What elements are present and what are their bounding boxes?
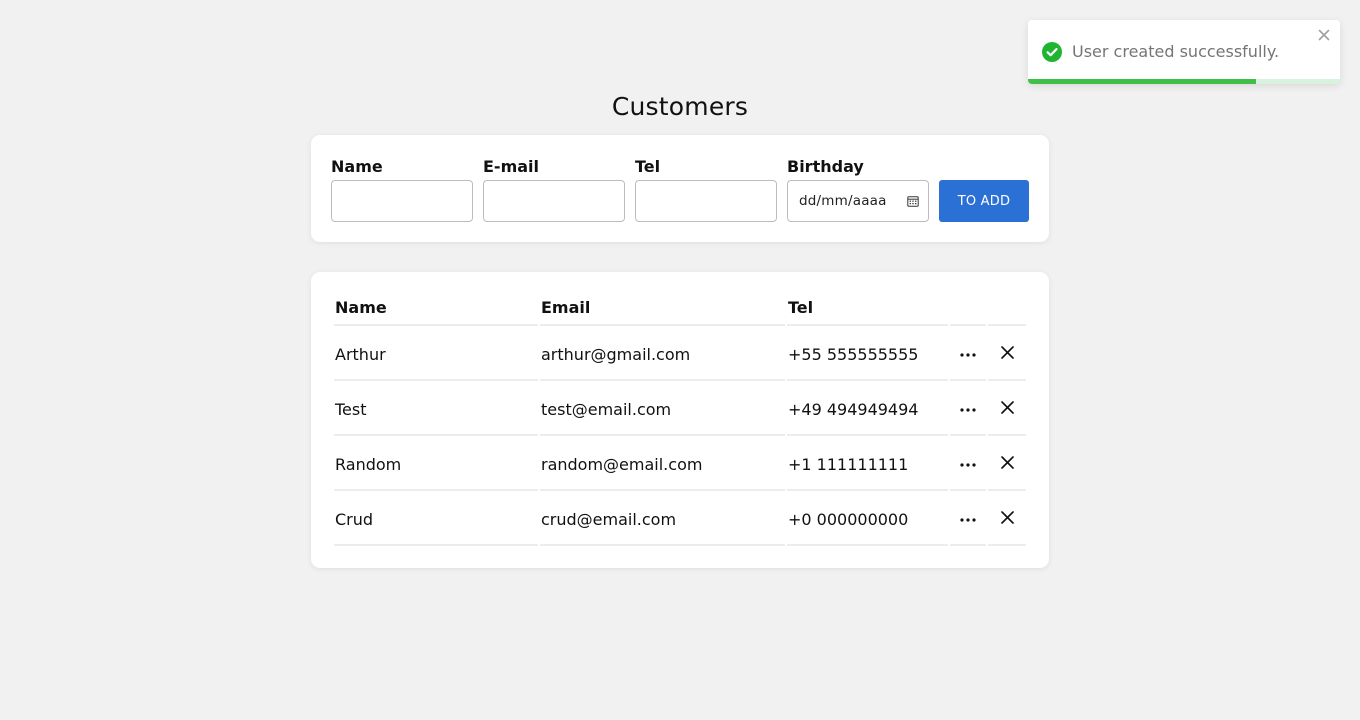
- toast-progress-track: [1028, 79, 1340, 84]
- cell-email: test@email.com: [540, 381, 785, 436]
- table-row: Test test@email.com +49 494949494: [334, 381, 1026, 436]
- toast-message: User created successfully.: [1072, 42, 1280, 61]
- email-label: E-mail: [483, 157, 540, 176]
- cell-more: [950, 491, 986, 546]
- birthday-input[interactable]: dd/mm/aaaa: [787, 180, 929, 222]
- cell-email: arthur@gmail.com: [540, 326, 785, 381]
- customers-table: Name Email Tel Arthur arthur@gmail.com +55…: [332, 290, 1028, 546]
- calendar-icon[interactable]: [907, 195, 919, 207]
- close-icon[interactable]: [995, 506, 1019, 530]
- birthday-field-group: Birthday dd/mm/aaaa: [787, 157, 929, 222]
- tel-label: Tel: [635, 157, 661, 176]
- cell-name: Test: [334, 381, 538, 436]
- customers-table-card: Name Email Tel Arthur arthur@gmail.com +55…: [311, 272, 1049, 568]
- birthday-placeholder: dd/mm/aaaa: [799, 193, 887, 209]
- email-field-group: E-mail: [483, 157, 625, 222]
- name-field-group: Name: [331, 157, 473, 222]
- customers-page: Customers Name E-mail Tel Birthday dd/mm…: [0, 0, 1360, 720]
- name-input[interactable]: [331, 180, 473, 222]
- close-icon[interactable]: [995, 396, 1019, 420]
- toast-progress-bar: [1028, 79, 1256, 84]
- more-icon[interactable]: [956, 398, 980, 422]
- cell-name: Random: [334, 436, 538, 491]
- header-delete: [988, 290, 1026, 326]
- close-icon[interactable]: [995, 341, 1019, 365]
- more-icon[interactable]: [956, 453, 980, 477]
- header-email: Email: [540, 290, 785, 326]
- check-circle-icon: [1042, 42, 1062, 62]
- tel-field-group: Tel: [635, 157, 777, 222]
- cell-tel: +1 111111111: [787, 436, 948, 491]
- cell-email: random@email.com: [540, 436, 785, 491]
- close-icon[interactable]: [1318, 29, 1330, 41]
- more-icon[interactable]: [956, 343, 980, 367]
- cell-name: Crud: [334, 491, 538, 546]
- more-icon[interactable]: [956, 508, 980, 532]
- cell-tel: +0 000000000: [787, 491, 948, 546]
- table-row: Crud crud@email.com +0 000000000: [334, 491, 1026, 546]
- table-header-row: Name Email Tel: [334, 290, 1026, 326]
- name-label: Name: [331, 157, 383, 176]
- table-row: Random random@email.com +1 111111111: [334, 436, 1026, 491]
- tel-input[interactable]: [635, 180, 777, 222]
- header-name: Name: [334, 290, 538, 326]
- page-title: Customers: [611, 92, 749, 121]
- cell-more: [950, 326, 986, 381]
- add-customer-form: Name E-mail Tel Birthday dd/mm/aaaa TO A…: [311, 135, 1049, 242]
- cell-delete: [988, 381, 1026, 436]
- cell-tel: +49 494949494: [787, 381, 948, 436]
- header-more: [950, 290, 986, 326]
- cell-delete: [988, 436, 1026, 491]
- cell-more: [950, 436, 986, 491]
- cell-tel: +55 555555555: [787, 326, 948, 381]
- birthday-label: Birthday: [787, 157, 864, 176]
- header-tel: Tel: [787, 290, 948, 326]
- cell-name: Arthur: [334, 326, 538, 381]
- close-icon[interactable]: [995, 451, 1019, 475]
- cell-email: crud@email.com: [540, 491, 785, 546]
- cell-delete: [988, 491, 1026, 546]
- table-row: Arthur arthur@gmail.com +55 555555555: [334, 326, 1026, 381]
- success-toast: User created successfully.: [1028, 20, 1340, 84]
- email-input[interactable]: [483, 180, 625, 222]
- cell-delete: [988, 326, 1026, 381]
- cell-more: [950, 381, 986, 436]
- add-customer-button[interactable]: TO ADD: [939, 180, 1029, 222]
